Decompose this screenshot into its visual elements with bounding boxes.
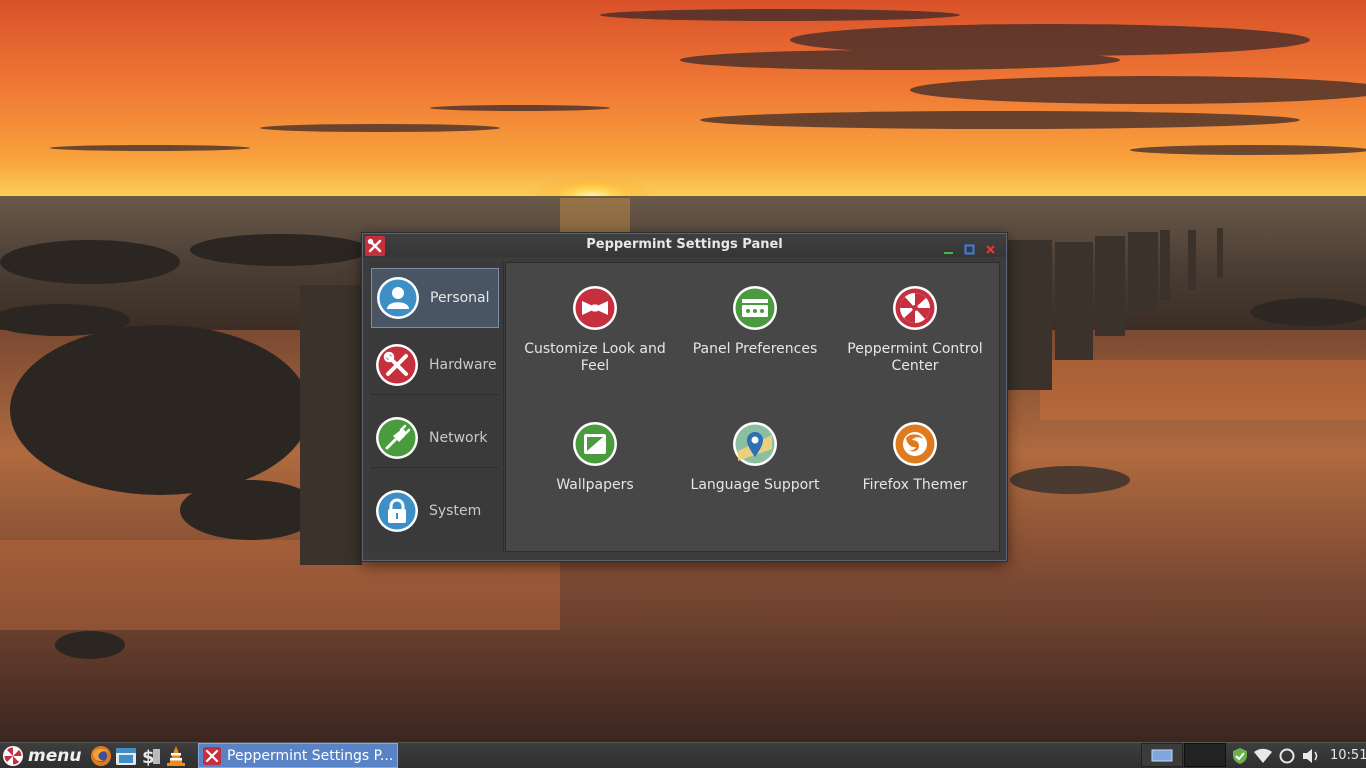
window-titlebar[interactable]: Peppermint Settings Panel [363,234,1006,257]
category-label: Network [429,429,488,446]
person-icon [377,277,419,319]
tool-label: Panel Preferences [692,341,818,357]
tool-language-support[interactable]: Language Support [675,421,835,494]
tool-label: Peppermint Control Center [847,341,983,374]
workspace-window-icon [1151,749,1173,762]
category-label: Hardware [429,356,497,373]
clock[interactable]: 10:51 [1330,743,1366,768]
category-hardware[interactable]: Hardware [371,335,499,395]
firefox-launcher[interactable] [90,745,112,767]
menu-button[interactable]: menu [2,743,81,768]
volume-icon[interactable] [1301,746,1321,766]
peppermint-logo-icon [3,745,23,766]
terminal-icon: $ [142,747,160,767]
tool-panel-preferences[interactable]: Panel Preferences [675,285,835,358]
file-manager-icon [116,748,136,765]
workspace-1[interactable] [1141,743,1183,767]
menu-label: menu [28,745,82,766]
file-manager-launcher[interactable] [115,745,137,767]
minimize-button[interactable] [943,240,954,254]
category-system[interactable]: System [371,481,499,541]
tool-firefox-themer[interactable]: Firefox Themer [835,421,995,494]
category-sidebar: Personal Hardware Network System [369,262,504,552]
category-label: Personal [430,290,490,306]
taskbar-window-button[interactable]: Peppermint Settings P... [198,743,398,768]
peppermint-icon [893,286,937,330]
svg-text:$: $ [142,747,155,767]
terminal-launcher[interactable]: $ [140,745,162,767]
wifi-icon[interactable] [1253,746,1273,766]
security-shield-icon[interactable] [1231,746,1249,766]
firefox-icon [893,422,937,466]
tool-label: Language Support [690,477,820,493]
settings-tools-icon [203,746,221,765]
settings-panel-window: Peppermint Settings Panel Personal Hardw… [362,233,1007,561]
workspace-2[interactable] [1184,743,1226,767]
plug-icon [376,416,418,459]
wallpaper-icon [573,422,617,466]
firefox-icon [91,746,111,766]
bowtie-icon [573,286,617,330]
tool-customize-look-and-feel[interactable]: Customize Look and Feel [515,285,675,375]
vlc-launcher[interactable] [165,745,187,767]
power-icon[interactable] [1278,746,1296,766]
window-title: Peppermint Settings Panel [586,237,783,252]
map-pin-icon [733,422,777,466]
taskbar-window-title: Peppermint Settings P... [227,747,394,764]
taskbar: menu $ Peppermint Settings P... 10:51 [0,742,1366,768]
lock-icon [376,490,418,532]
close-button[interactable] [985,240,996,254]
tool-label: Customize Look and Feel [524,341,666,374]
maximize-button[interactable] [964,240,975,255]
panel-icon [733,286,777,330]
window-content: Personal Hardware Network System Customi… [369,262,1000,552]
vlc-icon [167,746,185,766]
tools-icon [376,343,418,386]
settings-tools-grid: Customize Look and Feel Panel Preference… [505,262,1000,552]
tool-label: Wallpapers [556,477,634,493]
tool-wallpapers[interactable]: Wallpapers [515,421,675,494]
category-personal[interactable]: Personal [371,268,499,328]
tool-peppermint-control-center[interactable]: Peppermint Control Center [835,285,995,375]
category-label: System [429,503,482,519]
tool-label: Firefox Themer [862,477,968,493]
category-network[interactable]: Network [371,408,499,468]
